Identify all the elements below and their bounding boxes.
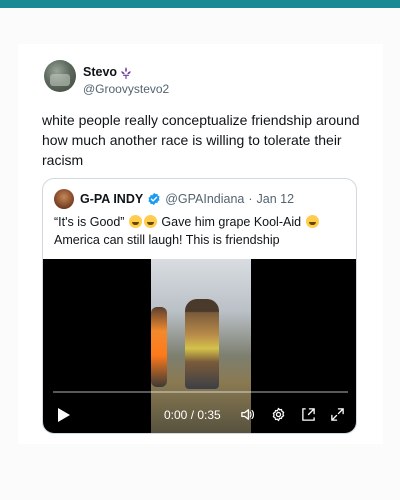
quoted-tweet-text: “It's is Good” Gave him grape Kool-Aid A… xyxy=(54,213,349,249)
video-time: 0:00 / 0:35 xyxy=(164,408,221,422)
author-info: Stevo @Groovystevo2 xyxy=(83,65,169,97)
video-progress-bar[interactable] xyxy=(53,391,348,393)
settings-icon[interactable] xyxy=(271,407,286,422)
author-display-name[interactable]: Stevo xyxy=(83,65,117,80)
laughing-emoji-icon xyxy=(143,215,157,228)
fullscreen-icon[interactable] xyxy=(330,407,345,422)
laughing-emoji-icon xyxy=(128,215,142,228)
author-handle[interactable]: @Groovystevo2 xyxy=(83,82,169,97)
author-row: Stevo @Groovystevo2 xyxy=(44,60,169,97)
author-display-name-row[interactable]: Stevo xyxy=(83,65,169,80)
picture-in-picture-icon[interactable] xyxy=(301,407,316,422)
tweet-card[interactable]: Stevo @Groovystevo2 white people really … xyxy=(18,44,383,444)
quoted-text-part1: “It's is Good” xyxy=(54,215,128,229)
quoted-tweet-header: G-PA INDY @GPAIndiana · Jan 12 xyxy=(54,189,294,209)
separator-dot: · xyxy=(248,192,253,206)
tweet-text: white people really conceptualize friend… xyxy=(42,112,360,168)
avatar[interactable] xyxy=(44,60,76,92)
play-icon[interactable] xyxy=(57,407,71,423)
quoted-date[interactable]: Jan 12 xyxy=(257,192,295,206)
quoted-text-part2: Gave him grape Kool-Aid xyxy=(157,215,305,229)
volume-icon[interactable] xyxy=(240,407,255,422)
verified-badge-icon xyxy=(148,192,160,206)
video-player[interactable]: 0:00 / 0:35 xyxy=(43,259,356,433)
video-person-left xyxy=(151,307,167,387)
quoted-tweet[interactable]: G-PA INDY @GPAIndiana · Jan 12 “It's is … xyxy=(42,178,357,434)
laughing-emoji-icon xyxy=(305,215,319,228)
quoted-display-name[interactable]: G-PA INDY xyxy=(80,192,143,206)
top-accent-bar xyxy=(0,0,400,8)
quoted-text-part3: America can still laugh! This is friends… xyxy=(54,233,280,247)
fleur-de-lis-icon xyxy=(121,66,131,79)
video-person-center xyxy=(185,299,219,389)
quoted-avatar[interactable] xyxy=(54,189,74,209)
quoted-handle[interactable]: @GPAIndiana xyxy=(165,192,244,206)
